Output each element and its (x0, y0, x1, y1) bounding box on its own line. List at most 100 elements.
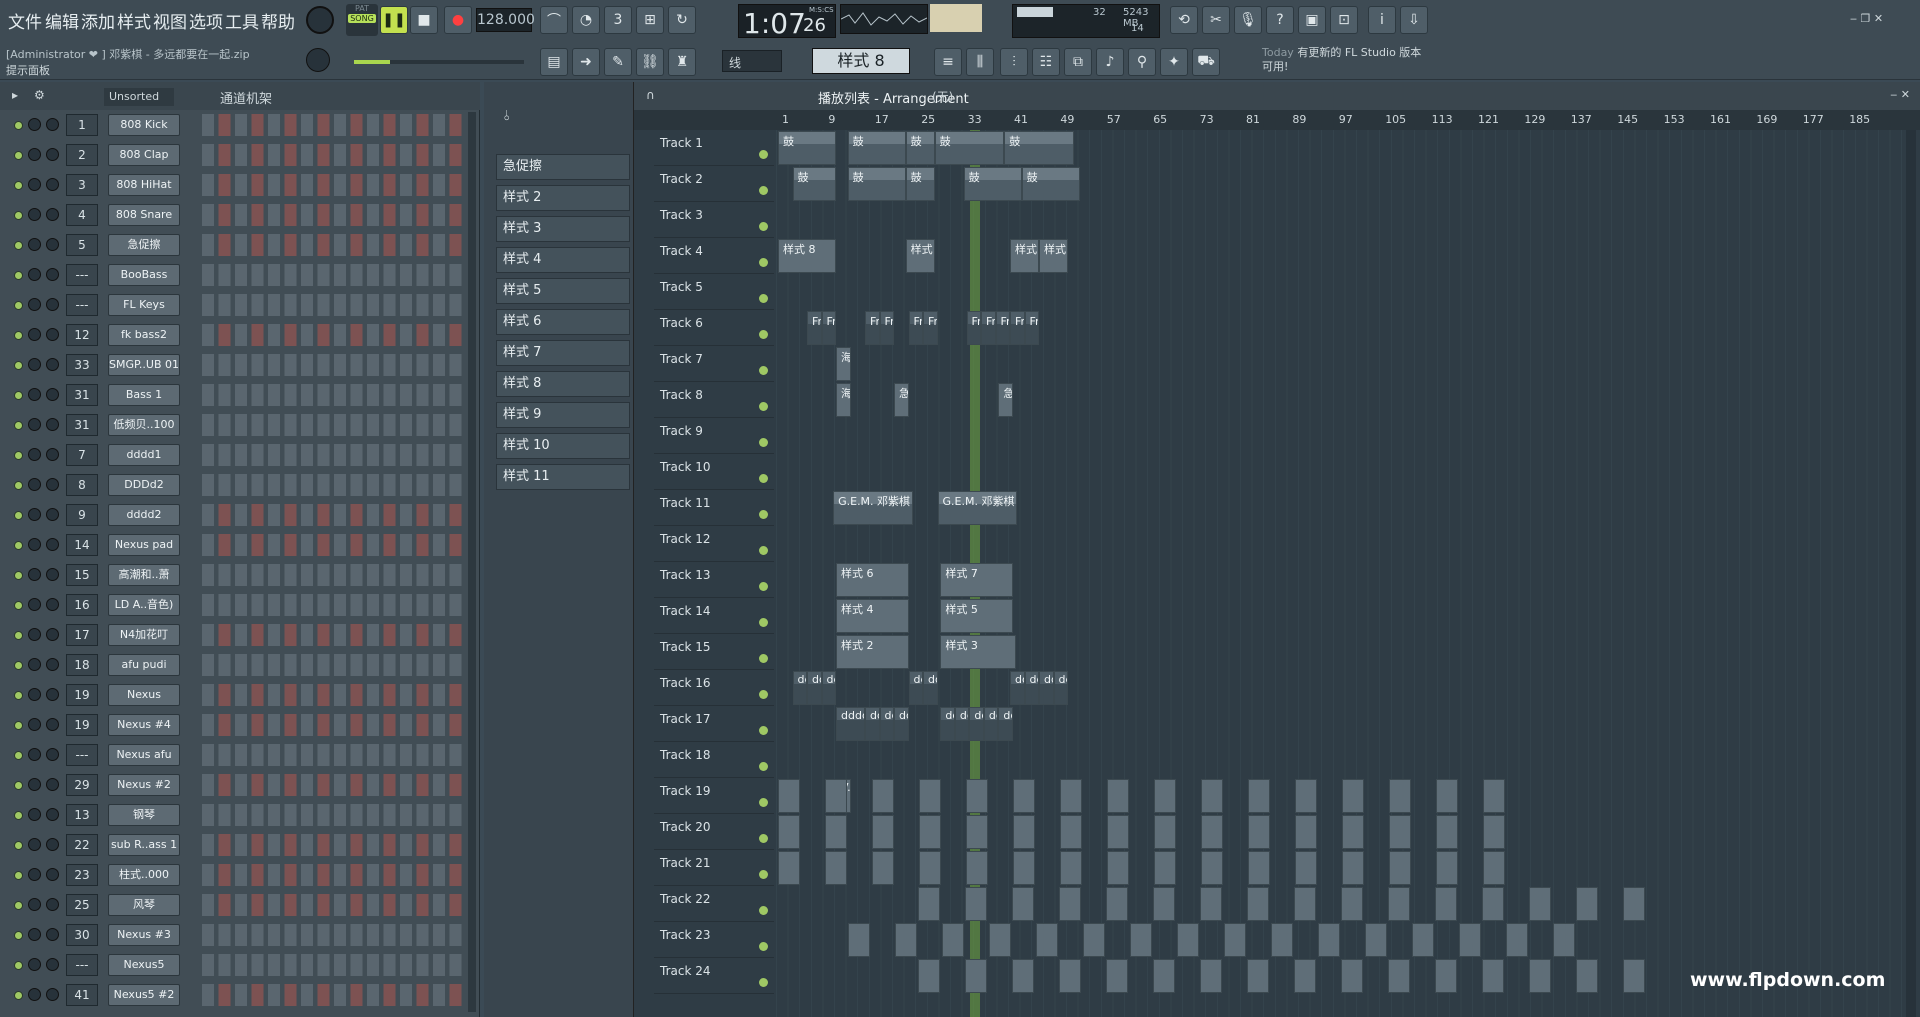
save-icon[interactable]: ▣ (1298, 6, 1326, 34)
pan-knob[interactable] (28, 838, 41, 851)
mixer-track-number[interactable]: 25 (66, 894, 98, 916)
channel-name-button[interactable]: Nexus #4 (108, 714, 180, 736)
rack-scrollbar[interactable] (468, 112, 476, 1012)
playlist-clip[interactable]: Fr.. 率 (807, 311, 822, 345)
download-icon[interactable]: ⇩ (1400, 6, 1428, 34)
pan-knob[interactable] (28, 688, 41, 701)
channel-row[interactable]: 2 808 Clap (8, 142, 470, 168)
playlist-clip[interactable]: 鼓 (1021, 167, 1080, 201)
countdown-icon[interactable]: 3 (604, 6, 632, 34)
pan-knob[interactable] (28, 748, 41, 761)
timeline-ruler[interactable]: 1 9 17 25 33 41 49 57 65 73 81 89 97 105 113 121 129 137 1… (634, 110, 1920, 130)
channel-mute-led[interactable] (14, 901, 23, 910)
track-mute-led[interactable] (759, 402, 768, 411)
playlist-clip[interactable] (1154, 815, 1176, 849)
channel-mute-led[interactable] (14, 841, 23, 850)
volume-knob[interactable] (46, 628, 59, 641)
playlist-clip[interactable]: 样式 9 (905, 239, 935, 273)
pan-knob[interactable] (28, 298, 41, 311)
playlist-clip[interactable]: dd..off (1010, 671, 1025, 705)
plugin-icon[interactable]: ⊡ (1330, 6, 1358, 34)
playlist-clip[interactable] (1059, 959, 1081, 993)
channel-name-button[interactable]: dddd1 (108, 444, 180, 466)
mixer-track-number[interactable]: 13 (66, 804, 98, 826)
channel-row[interactable]: --- Nexus afu (8, 742, 470, 768)
volume-knob[interactable] (46, 328, 59, 341)
channel-mute-led[interactable] (14, 931, 23, 940)
mixer-track-number[interactable]: 30 (66, 924, 98, 946)
menu-add[interactable]: 添加 (81, 8, 115, 33)
channel-mute-led[interactable] (14, 181, 23, 190)
channel-name-button[interactable]: DDDd2 (108, 474, 180, 496)
volume-knob[interactable] (46, 148, 59, 161)
playlist-clip[interactable]: G.E.M. 邓紫棋 - 多远都要在一起 (833, 491, 913, 525)
mixer-track-number[interactable]: 19 (66, 714, 98, 736)
mixer-track-number[interactable]: 7 (66, 444, 98, 466)
step-sequencer[interactable] (202, 144, 466, 166)
playlist-clip[interactable] (1036, 923, 1058, 957)
playlist-clip[interactable]: 海..效 (836, 383, 851, 417)
song-time-display[interactable]: 1:07 26 M:S:CS (738, 4, 836, 40)
playlist-clip[interactable] (1107, 851, 1129, 885)
master-pitch-knob[interactable] (306, 48, 330, 72)
track-header[interactable]: Track 8 (654, 382, 774, 418)
master-slider[interactable] (354, 60, 524, 64)
channel-name-button[interactable]: 808 HiHat (108, 174, 180, 196)
step-sequencer[interactable] (202, 924, 466, 946)
mixer-track-number[interactable]: --- (66, 264, 98, 286)
channel-mute-led[interactable] (14, 421, 23, 430)
playlist-clip[interactable] (965, 959, 987, 993)
pan-knob[interactable] (28, 448, 41, 461)
playlist-clip[interactable] (1365, 923, 1387, 957)
track-header[interactable]: Track 23 (654, 922, 774, 958)
playlist-clip[interactable] (1153, 887, 1175, 921)
channel-row[interactable]: 3 808 HiHat (8, 172, 470, 198)
step-sequencer[interactable] (202, 384, 466, 406)
pan-knob[interactable] (28, 418, 41, 431)
step-sequencer[interactable] (202, 354, 466, 376)
playlist-clip[interactable] (1389, 815, 1411, 849)
playlist-clip[interactable]: 样式 7 (940, 563, 1013, 597)
channel-row[interactable]: 19 Nexus (8, 682, 470, 708)
playlist-clip[interactable] (1389, 779, 1411, 813)
playlist-clip[interactable] (1482, 887, 1504, 921)
news-panel[interactable]: Today 有更新的 FL Studio 版本可用! (1262, 46, 1424, 76)
tempo-display[interactable]: 128.000 (476, 8, 535, 32)
playlist-clip[interactable] (872, 779, 894, 813)
playlist-clip[interactable]: 鼓 (905, 167, 935, 201)
track-mute-led[interactable] (759, 762, 768, 771)
playlist-clip[interactable] (1436, 779, 1458, 813)
track-mute-led[interactable] (759, 906, 768, 915)
step-sequencer[interactable] (202, 654, 466, 676)
step-sequencer[interactable] (202, 114, 466, 136)
track-mute-led[interactable] (759, 294, 768, 303)
track-mute-led[interactable] (759, 546, 768, 555)
track-mute-led[interactable] (759, 582, 768, 591)
step-sequencer[interactable] (202, 984, 466, 1006)
playlist-clip[interactable] (1576, 887, 1598, 921)
pan-knob[interactable] (28, 868, 41, 881)
playlist-clip[interactable] (1012, 887, 1034, 921)
pan-knob[interactable] (28, 508, 41, 521)
mixer-track-number[interactable]: --- (66, 744, 98, 766)
step-sequencer[interactable] (202, 324, 466, 346)
pattern-item[interactable]: 样式 2 (496, 185, 630, 211)
playlist-clip[interactable]: Fr.. 率 (923, 311, 938, 345)
volume-knob[interactable] (46, 478, 59, 491)
playlist-clip[interactable] (848, 923, 870, 957)
playlist-icon[interactable]: ▤ (540, 48, 568, 76)
shop-icon[interactable]: ⛟ (1192, 48, 1220, 76)
channel-name-button[interactable]: Nexus5 (108, 954, 180, 976)
playlist-clip[interactable]: 鼓 (934, 131, 1005, 165)
stop-button[interactable]: ■ (410, 6, 438, 34)
track-header[interactable]: Track 1 (654, 130, 774, 166)
playlist-clip[interactable]: Fr.. 率 (981, 311, 996, 345)
track-header[interactable]: Track 9 (654, 418, 774, 454)
playlist-clip[interactable] (1201, 851, 1223, 885)
track-mute-led[interactable] (759, 618, 768, 627)
help-icon[interactable]: ? (1266, 6, 1294, 34)
playlist-clip[interactable]: dd..off (983, 707, 999, 741)
track-header[interactable]: Track 10 (654, 454, 774, 490)
channel-mute-led[interactable] (14, 481, 23, 490)
track-header[interactable]: Track 22 (654, 886, 774, 922)
